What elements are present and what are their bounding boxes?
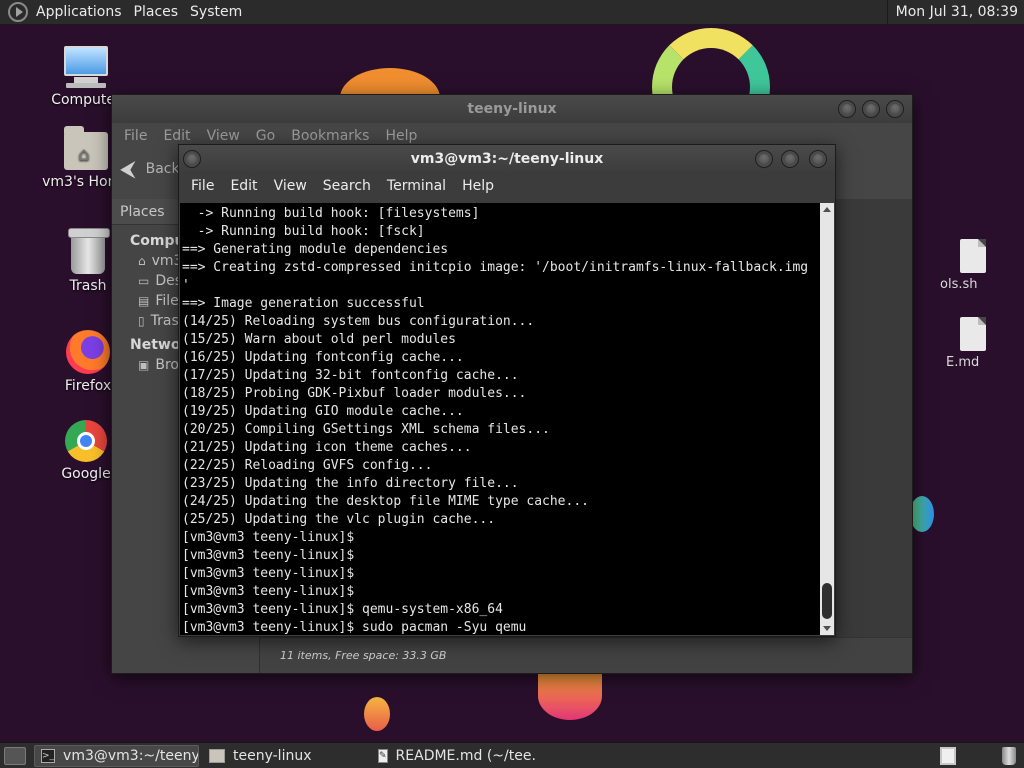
text-editor-icon: ✎ <box>378 748 388 763</box>
trash-icon <box>68 228 110 274</box>
home-icon: ⌂ <box>138 254 146 268</box>
places-menu[interactable]: Places <box>130 4 187 20</box>
close-button[interactable] <box>809 150 827 168</box>
terminal-line: (19/25) Updating GIO module cache... <box>182 404 464 419</box>
terminal-line: [vm3@vm3 teeny-linux]$ <box>182 548 355 563</box>
file-item[interactable]: ols.sh <box>940 239 1024 292</box>
terminal-line: (17/25) Updating 32-bit fontconfig cache… <box>182 368 519 383</box>
folder-icon <box>209 748 225 763</box>
terminal-line: [vm3@vm3 teeny-linux]$ sudo pacman -Syu … <box>182 620 527 635</box>
top-panel: Applications Places System Mon Jul 31, 0… <box>0 0 1024 25</box>
taskbar-task-editor[interactable]: ✎ README.md (~/tee... <box>372 745 537 767</box>
terminal-menubar: File Edit View Search Terminal Help <box>179 173 835 199</box>
window-title: teeny-linux <box>467 101 557 117</box>
show-desktop-button[interactable] <box>4 746 26 765</box>
wallpaper-blob <box>538 672 602 720</box>
window-title: vm3@vm3:~/teeny-linux <box>410 151 604 167</box>
menu-bookmarks[interactable]: Bookmarks <box>283 128 377 144</box>
scrollbar-thumb[interactable] <box>822 583 832 619</box>
terminal-line: -> Running build hook: [filesystems] <box>182 206 480 221</box>
terminal-icon: >_ <box>41 748 56 763</box>
distro-logo-icon[interactable] <box>8 2 28 22</box>
firefox-icon <box>66 330 110 374</box>
clock[interactable]: Mon Jul 31, 08:39 <box>886 0 1024 25</box>
wallpaper-blob <box>910 496 934 532</box>
terminal-line: (16/25) Updating fontconfig cache... <box>182 350 464 365</box>
computer-icon <box>62 46 110 88</box>
terminal-titlebar[interactable]: vm3@vm3:~/teeny-linux <box>179 145 835 173</box>
menu-edit[interactable]: Edit <box>222 178 265 194</box>
terminal-line: (24/25) Updating the desktop file MIME t… <box>182 494 589 509</box>
maximize-button[interactable] <box>781 150 799 168</box>
network-icon: ▣ <box>138 358 150 372</box>
terminal-line: ' <box>182 278 190 293</box>
menu-help[interactable]: Help <box>454 178 502 194</box>
terminal-line: (23/25) Updating the info directory file… <box>182 476 519 491</box>
menu-terminal[interactable]: Terminal <box>379 178 454 194</box>
file-item[interactable]: E.md <box>946 317 1024 370</box>
chrome-icon <box>65 420 107 462</box>
terminal-scrollbar[interactable] <box>820 203 834 635</box>
taskbar-task-file-manager[interactable]: teeny-linux <box>203 745 368 767</box>
system-menu[interactable]: System <box>186 4 250 20</box>
task-label: README.md (~/tee... <box>395 747 537 764</box>
terminal-line: [vm3@vm3 teeny-linux]$ <box>182 566 355 581</box>
drive-icon: ▤ <box>138 294 150 308</box>
terminal-line: (22/25) Reloading GVFS config... <box>182 458 433 473</box>
terminal-line: (25/25) Updating the vlc plugin cache... <box>182 512 496 527</box>
task-label: teeny-linux <box>233 747 312 764</box>
file-manager-titlebar[interactable]: teeny-linux <box>112 95 912 123</box>
minimize-button[interactable] <box>838 100 856 118</box>
menu-view[interactable]: View <box>266 178 315 194</box>
close-button[interactable] <box>886 100 904 118</box>
terminal-line: (21/25) Updating icon theme caches... <box>182 440 472 455</box>
terminal-line: (18/25) Probing GDK-Pixbuf loader module… <box>182 386 527 401</box>
menu-go[interactable]: Go <box>248 128 283 144</box>
workspace-switcher[interactable] <box>940 747 956 765</box>
back-arrow-icon[interactable]: ⮜ <box>120 157 136 182</box>
terminal-line: [vm3@vm3 teeny-linux]$ <box>182 530 355 545</box>
terminal-line: (20/25) Compiling GSettings XML schema f… <box>182 422 550 437</box>
menu-edit[interactable]: Edit <box>155 128 198 144</box>
window-menu-button[interactable] <box>183 150 201 168</box>
terminal-line: ==> Creating zstd-compressed initcpio im… <box>182 260 809 275</box>
task-label: vm3@vm3:~/teeny-... <box>63 747 199 764</box>
terminal-line: (15/25) Warn about old perl modules <box>182 332 456 347</box>
menu-search[interactable]: Search <box>315 178 379 194</box>
file-name: E.md <box>946 355 980 370</box>
trash-applet-icon[interactable] <box>1002 747 1016 765</box>
terminal-line: (14/25) Reloading system bus configurati… <box>182 314 535 329</box>
menu-view[interactable]: View <box>199 128 248 144</box>
terminal-line: -> Running build hook: [fsck] <box>182 224 425 239</box>
taskbar: >_ vm3@vm3:~/teeny-... teeny-linux ✎ REA… <box>0 742 1024 768</box>
terminal-output[interactable]: -> Running build hook: [filesystems] -> … <box>180 203 820 635</box>
wallpaper-blob <box>364 697 390 731</box>
terminal-line: [vm3@vm3 teeny-linux]$ qemu-system-x86_6… <box>182 602 503 617</box>
taskbar-task-terminal[interactable]: >_ vm3@vm3:~/teeny-... <box>34 744 199 767</box>
applications-menu[interactable]: Applications <box>32 4 130 20</box>
maximize-button[interactable] <box>862 100 880 118</box>
scroll-down-icon[interactable] <box>823 626 831 631</box>
trash-icon: ▯ <box>138 314 145 328</box>
terminal-window[interactable]: vm3@vm3:~/teeny-linux File Edit View Sea… <box>178 144 836 637</box>
script-file-icon <box>960 239 986 273</box>
terminal-line: ==> Generating module dependencies <box>182 242 449 257</box>
terminal-line: [vm3@vm3 teeny-linux]$ <box>182 584 355 599</box>
markdown-file-icon <box>960 317 986 351</box>
scroll-up-icon[interactable] <box>823 207 831 212</box>
terminal-line: ==> Image generation successful <box>182 296 425 311</box>
menu-help[interactable]: Help <box>377 128 425 144</box>
menu-file[interactable]: File <box>183 178 222 194</box>
desktop-icon: ▭ <box>138 274 150 288</box>
home-folder-icon: ⌂ <box>64 126 108 170</box>
back-button[interactable]: Back <box>146 161 180 177</box>
minimize-button[interactable] <box>755 150 773 168</box>
file-name: ols.sh <box>940 277 978 292</box>
status-bar: 11 items, Free space: 33.3 GB <box>260 637 912 673</box>
menu-file[interactable]: File <box>116 128 155 144</box>
